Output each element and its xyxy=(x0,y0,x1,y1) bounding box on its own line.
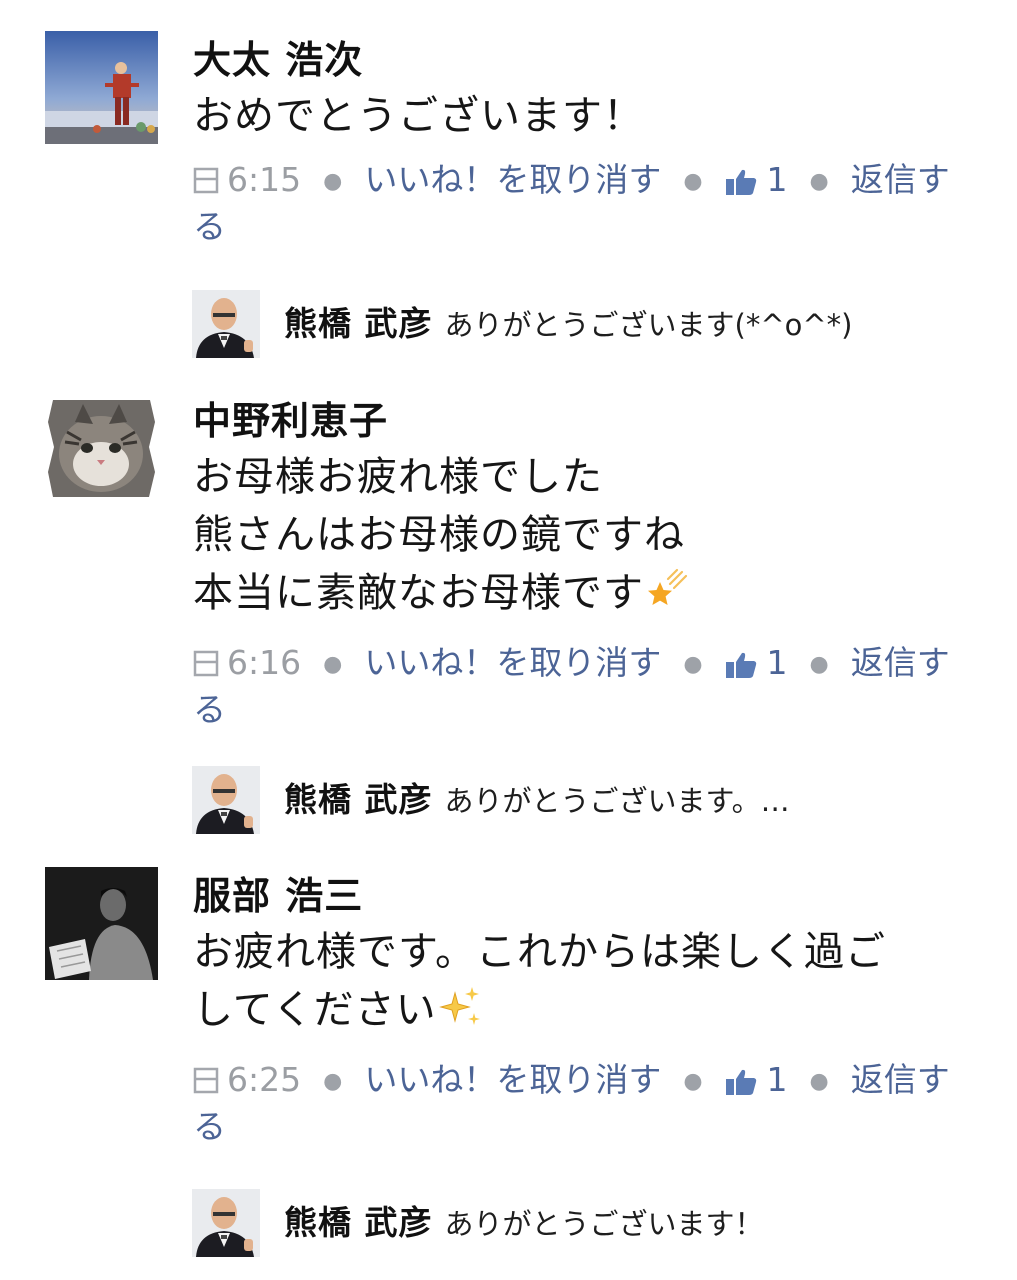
calendar-icon xyxy=(193,1062,219,1104)
reply-link[interactable]: 返信す xyxy=(851,1060,950,1099)
avatar[interactable] xyxy=(192,290,260,358)
unlike-link[interactable]: いいね！を取り消す xyxy=(364,160,661,199)
like-thumb-icon[interactable] xyxy=(725,647,757,689)
comment-line: おめでとうございます！ xyxy=(193,93,644,139)
reply-preview[interactable]: 熊橋 武彦 ありがとうございます(*^o^*) xyxy=(192,290,992,358)
like-count[interactable]: 1 xyxy=(767,160,788,199)
comment-author[interactable]: 大太 浩次 xyxy=(193,33,983,87)
comment-time[interactable]: 6:25 xyxy=(227,1060,301,1099)
reply-text: 熊橋 武彦 ありがとうございます(*^o^*) xyxy=(284,300,852,354)
avatar[interactable] xyxy=(45,31,158,144)
reply-link[interactable]: 返信す xyxy=(851,160,950,199)
man-thumbs-up-photo xyxy=(192,766,260,834)
comment-line: 本当に素敵なお母様です xyxy=(193,564,983,628)
reply-message: ありがとうございます(*^o^*) xyxy=(444,308,853,342)
reply-text: 熊橋 武彦 ありがとうございます！ xyxy=(284,1199,764,1253)
reply-author[interactable]: 熊橋 武彦 xyxy=(284,780,433,819)
like-count[interactable]: 1 xyxy=(767,1060,788,1099)
unlike-link[interactable]: いいね！を取り消す xyxy=(364,643,661,682)
separator-dot: ● xyxy=(323,651,343,677)
avatar[interactable] xyxy=(192,1189,260,1257)
comment-line: してください xyxy=(193,981,983,1045)
comment-meta: 6:16 ● いいね！を取り消す ● 1 ● 返信す る xyxy=(193,642,968,731)
comment-meta: 6:25 ● いいね！を取り消す ● 1 ● 返信す る xyxy=(193,1059,968,1148)
separator-dot: ● xyxy=(683,1068,703,1094)
avatar[interactable] xyxy=(192,766,260,834)
shooting-star-icon xyxy=(644,568,688,628)
avatar[interactable] xyxy=(45,867,158,980)
comment-line: 熊さんはお母様の鏡ですね xyxy=(193,512,685,558)
like-thumb-icon[interactable] xyxy=(725,164,757,206)
cat-photo xyxy=(45,392,158,505)
calendar-icon xyxy=(193,645,219,687)
comment-line: お疲れ様です。これからは楽しく過ご xyxy=(193,929,886,975)
mountain-climber-photo xyxy=(45,31,158,144)
reply-message: ありがとうございます。… xyxy=(444,784,790,818)
comment-author[interactable]: 中野利恵子 xyxy=(193,394,983,448)
reply-link-wrap[interactable]: る xyxy=(193,690,226,729)
man-thumbs-up-photo xyxy=(192,290,260,358)
unlike-link[interactable]: いいね！を取り消す xyxy=(364,1060,661,1099)
separator-dot: ● xyxy=(809,168,829,194)
comment-text: お疲れ様です。これからは楽しく過ご してください xyxy=(193,923,983,1045)
man-thumbs-up-photo xyxy=(192,1189,260,1257)
comment-text: おめでとうございます！ xyxy=(193,87,983,145)
like-count[interactable]: 1 xyxy=(767,643,788,682)
separator-dot: ● xyxy=(809,651,829,677)
reply-author[interactable]: 熊橋 武彦 xyxy=(284,304,433,343)
man-reading-photo xyxy=(45,867,158,980)
reply-link-wrap[interactable]: る xyxy=(193,1107,226,1146)
separator-dot: ● xyxy=(809,1068,829,1094)
comment-text: お母様お疲れ様でした 熊さんはお母様の鏡ですね 本当に素敵なお母様です xyxy=(193,448,983,628)
reply-preview[interactable]: 熊橋 武彦 ありがとうございます。… xyxy=(192,766,992,834)
reply-message: ありがとうございます！ xyxy=(444,1207,764,1241)
separator-dot: ● xyxy=(683,651,703,677)
calendar-icon xyxy=(193,162,219,204)
comment-line: お母様お疲れ様でした xyxy=(193,454,603,500)
reply-author[interactable]: 熊橋 武彦 xyxy=(284,1203,433,1242)
separator-dot: ● xyxy=(323,1068,343,1094)
reply-link-wrap[interactable]: る xyxy=(193,207,226,246)
reply-link[interactable]: 返信す xyxy=(851,643,950,682)
like-thumb-icon[interactable] xyxy=(725,1064,757,1106)
comment-meta: 6:15 ● いいね！を取り消す ● 1 ● 返信す る xyxy=(193,159,968,248)
comment-author[interactable]: 服部 浩三 xyxy=(193,869,983,923)
separator-dot: ● xyxy=(323,168,343,194)
reply-text: 熊橋 武彦 ありがとうございます。… xyxy=(284,776,790,830)
separator-dot: ● xyxy=(683,168,703,194)
comment-time[interactable]: 6:16 xyxy=(227,643,301,682)
comment-time[interactable]: 6:15 xyxy=(227,160,301,199)
sparkles-icon xyxy=(437,983,483,1045)
avatar[interactable] xyxy=(45,392,158,505)
reply-preview[interactable]: 熊橋 武彦 ありがとうございます！ xyxy=(192,1189,992,1257)
